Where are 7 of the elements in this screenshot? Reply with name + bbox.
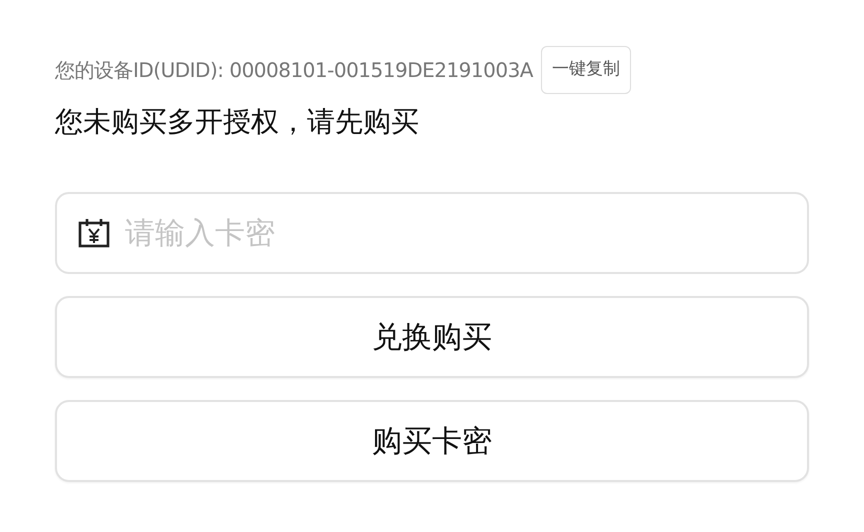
calendar-yen-icon bbox=[77, 218, 111, 248]
device-id-text: 您的设备ID(UDID): 00008101-001519DE2191003A bbox=[55, 57, 533, 84]
notice-text: 您未购买多开授权，请先购买 bbox=[55, 104, 420, 140]
action-button[interactable]: 购买卡密 bbox=[55, 400, 809, 482]
action-button[interactable]: 兑换购买 bbox=[55, 296, 809, 378]
card-input-field[interactable]: 请输入卡密 bbox=[55, 192, 809, 274]
copy-button[interactable]: 一键复制 bbox=[541, 46, 631, 94]
